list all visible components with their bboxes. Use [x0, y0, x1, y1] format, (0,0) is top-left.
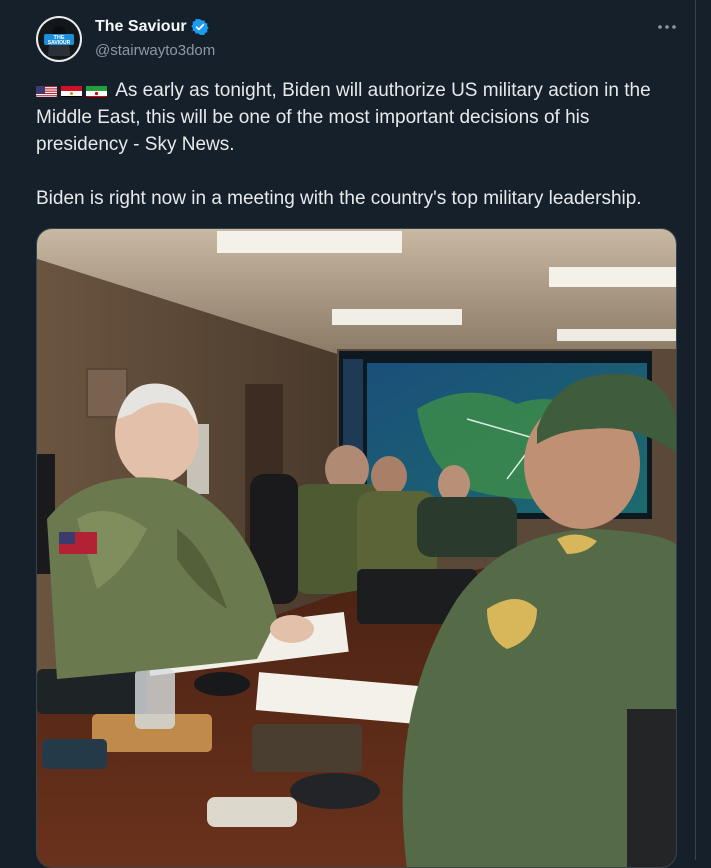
tweet-paragraph-2: Biden is right now in a meeting with the…	[36, 188, 642, 209]
author-display-name[interactable]: The Saviour	[95, 18, 187, 36]
egypt-flag-icon	[61, 82, 82, 97]
us-flag-icon	[36, 82, 57, 97]
tweet-media-image[interactable]	[36, 228, 677, 868]
more-options-button[interactable]	[650, 12, 684, 42]
tweet-header: THE SAVIOUR The Saviour @stairwayto3dom	[0, 0, 695, 70]
avatar-image: THE SAVIOUR	[36, 16, 82, 62]
column-border	[695, 0, 696, 860]
author-name-row: The Saviour	[95, 18, 209, 36]
tweet-paragraph-1-text: As early as tonight, Biden will authoriz…	[36, 80, 651, 155]
tweet-body: As early as tonight, Biden will authoriz…	[36, 77, 686, 212]
verified-badge-icon	[190, 18, 209, 36]
tweet-paragraph-1: As early as tonight, Biden will authoriz…	[36, 77, 686, 158]
avatar-text-line2: SAVIOUR	[48, 40, 71, 46]
author-handle[interactable]: @stairwayto3dom	[95, 42, 215, 59]
more-horizontal-icon	[658, 25, 676, 29]
avatar[interactable]: THE SAVIOUR	[36, 16, 82, 62]
iran-flag-icon	[86, 82, 107, 97]
situation-room-photo	[37, 229, 676, 867]
